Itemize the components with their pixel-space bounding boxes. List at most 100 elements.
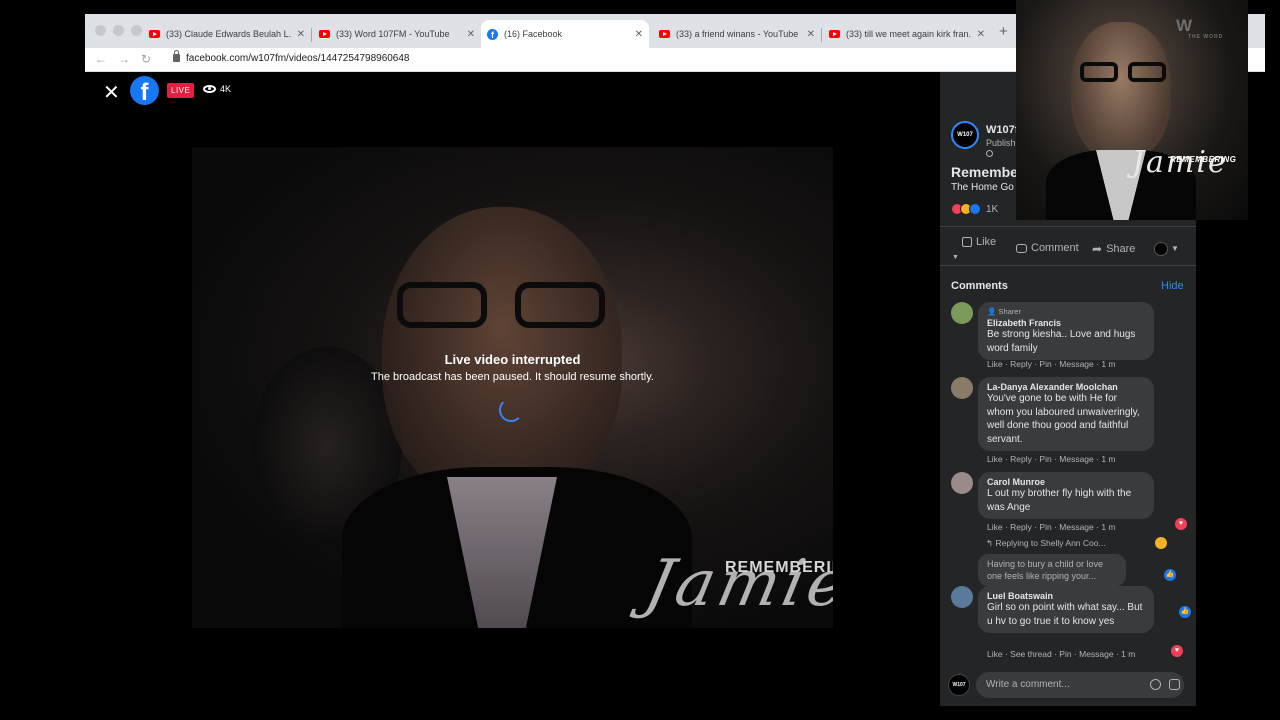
replying-to-label[interactable]: ↰ Replying to Shelly Ann Coo... [986,538,1106,549]
reply-preview[interactable]: Having to bury a child or love one feels… [978,554,1126,586]
forward-arrow-icon[interactable]: → [118,52,130,66]
like-reaction-icon: 👍 [1179,606,1191,618]
live-badge: LIVE [167,83,195,98]
comments-heading: Comments [951,280,1008,292]
published-text: Publish [986,138,1016,148]
avatar[interactable] [951,377,973,399]
close-icon[interactable]: ✕ [103,80,120,105]
overlay-remembering-text: REMEMBERING [725,559,833,576]
comment-button[interactable]: Comment [1016,242,1079,254]
facebook-logo-icon[interactable]: f [130,76,159,106]
video-viewer: ✕ f LIVE 4K Jamie REMEMBERING Live video… [85,72,940,706]
lock-icon [173,50,180,62]
like-reaction-icon [969,203,981,215]
chevron-down-icon[interactable]: ▼ [1171,244,1179,253]
thumbs-up-icon [962,237,972,247]
browser-tab-5[interactable]: (33) till we meet again kirk fran... ✕ [823,20,991,48]
video-frame[interactable]: Jamie REMEMBERING [192,147,833,628]
tab-title: (16) Facebook [504,29,563,39]
browser-tab-3[interactable]: f (16) Facebook ✕ [481,20,649,48]
interrupt-subtitle: The broadcast has been paused. It should… [371,371,654,383]
avatar[interactable] [951,586,973,608]
reaction-count: 1K [986,203,999,215]
close-tab-icon[interactable]: ✕ [635,29,643,40]
viewer-count-value: 4K [220,84,232,94]
comment-text: You've gone to be with He for whom you l… [987,393,1140,445]
thumbnail-overlay: W THE WORD Jamie REMEMBERING [1016,0,1248,220]
close-tab-icon[interactable]: ✕ [467,29,475,40]
youtube-icon [659,30,670,38]
youtube-icon [319,30,330,38]
close-tab-icon[interactable]: ✕ [807,29,815,40]
comment-text: Girl so on point with what say... But u … [987,602,1143,627]
eye-icon [203,85,216,93]
glasses-image [1080,62,1168,84]
close-window-button[interactable] [95,25,106,36]
like-label: Like [976,236,997,248]
youtube-icon [149,30,160,38]
station-logo: W THE WORD [1176,16,1224,40]
comment-actions[interactable]: Like · Reply · Pin · Message · 1 m [987,454,1115,464]
share-icon: ➦ [1092,242,1103,256]
page-name[interactable]: W107f [986,124,1018,136]
avatar[interactable] [951,472,973,494]
hide-comments-link[interactable]: Hide [1161,280,1184,292]
comment-actions[interactable]: Like · Reply · Pin · Message · 1 m [987,522,1115,532]
back-arrow-icon[interactable]: ← [95,52,107,66]
comment-bubble: La-Danya Alexander Moolchan You've gone … [978,377,1154,451]
video-title: Remembe [951,164,1018,180]
window-controls [95,25,142,36]
close-tab-icon[interactable]: ✕ [297,29,305,40]
comment-text: L out my brother fly high with the was A… [987,488,1132,513]
love-reaction-icon: ♥ [1171,645,1183,657]
overlay-remembering-text: REMEMBERING [1170,155,1237,164]
url-field[interactable]: facebook.com/w107fm/videos/1447254798960… [186,53,410,64]
love-reaction-icon: ♥ [1175,518,1187,530]
comment-composer: W107 Write a comment... [948,672,1188,698]
page-avatar[interactable]: W107 [951,121,979,149]
share-label: Share [1106,243,1136,255]
commenter-name[interactable]: Carol Munroe [987,477,1145,487]
comment-actions[interactable]: Like · See thread · Pin · Message · 1 m [987,649,1135,659]
comment-actions[interactable]: Like · Reply · Pin · Message · 1 m [987,359,1115,369]
facebook-icon: f [487,28,498,40]
sad-reaction-icon [1155,537,1167,549]
commenter-name[interactable]: Elizabeth Francis [987,318,1145,328]
new-tab-button[interactable]: + [999,23,1008,40]
interrupt-title: Live video interrupted [444,352,581,367]
commenter-name[interactable]: La-Danya Alexander Moolchan [987,382,1145,392]
avatar[interactable] [951,302,973,324]
reaction-summary[interactable]: 1K [951,203,998,215]
browser-tab-1[interactable]: (33) Claude Edwards Beulah L... ✕ [143,20,311,48]
youtube-icon [829,30,840,38]
comment-bubble: Carol Munroe L out my brother fly high w… [978,472,1154,519]
action-bar: Like Comment ➦ Share ▼ [940,226,1196,266]
tab-title: (33) Claude Edwards Beulah L... [166,29,291,39]
reload-icon[interactable]: ↻ [141,52,151,66]
share-button[interactable]: ➦ Share [1092,242,1135,256]
avatar: W107 [948,674,970,696]
chevron-down-icon[interactable]: ▼ [952,254,959,261]
close-tab-icon[interactable]: ✕ [977,29,985,40]
browser-tab-2[interactable]: (33) Word 107FM - YouTube ✕ [313,20,481,48]
tab-title: (33) Word 107FM - YouTube [336,29,450,39]
comment-label: Comment [1031,242,1079,254]
portrait-image [1071,22,1171,162]
globe-icon [986,150,993,157]
tab-title: (33) a friend winans - YouTube [676,29,799,39]
video-subtitle: The Home Go [951,182,1014,193]
emoji-icon[interactable] [1150,679,1161,690]
comment-text: Be strong kiesha.. Love and hugs word fa… [987,329,1136,354]
browser-tab-4[interactable]: (33) a friend winans - YouTube ✕ [653,20,821,48]
sharer-badge: 👤 Sharer [987,307,1021,316]
viewer-count: 4K [203,84,231,94]
comment-icon [1016,243,1027,253]
sticker-icon[interactable] [1169,679,1180,690]
glasses-image [397,282,612,332]
commenter-name[interactable]: Luel Boatswain [987,591,1145,601]
minimize-window-button[interactable] [113,25,124,36]
tab-title: (33) till we meet again kirk fran... [846,29,971,39]
maximize-window-button[interactable] [131,25,142,36]
avatar[interactable] [1154,242,1168,256]
like-button[interactable]: Like [962,236,996,248]
